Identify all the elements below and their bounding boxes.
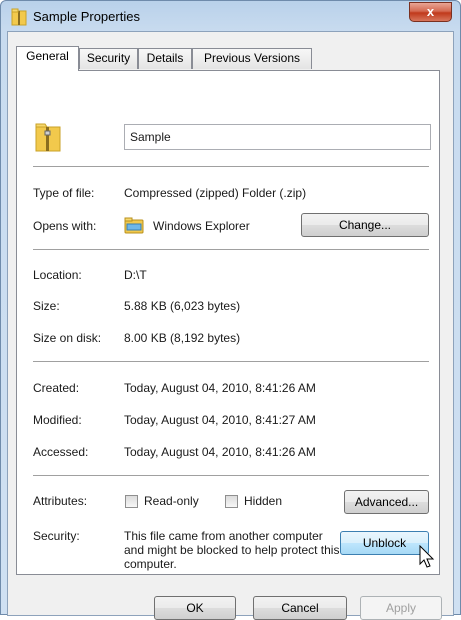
zip-folder-large-icon	[35, 123, 61, 152]
created-value: Today, August 04, 2010, 8:41:26 AM	[124, 381, 316, 395]
tab-previous-versions[interactable]: Previous Versions	[192, 48, 312, 69]
windows-explorer-icon	[124, 217, 144, 234]
zip-folder-icon	[11, 8, 27, 26]
tab-security[interactable]: Security	[79, 48, 138, 69]
tab-general[interactable]: General	[16, 46, 79, 71]
cancel-button[interactable]: Cancel	[253, 596, 347, 620]
read-only-label[interactable]: Read-only	[144, 494, 199, 508]
hidden-checkbox[interactable]	[225, 495, 238, 508]
location-value: D:\T	[124, 268, 147, 282]
mouse-cursor-icon	[419, 545, 435, 568]
change-button[interactable]: Change...	[301, 213, 429, 237]
divider	[33, 361, 429, 362]
accessed-label: Accessed:	[33, 445, 89, 459]
size-on-disk-label: Size on disk:	[33, 331, 102, 345]
type-label: Type of file:	[33, 186, 95, 200]
apply-button[interactable]: Apply	[360, 596, 442, 620]
advanced-button[interactable]: Advanced...	[344, 490, 429, 514]
divider	[33, 166, 429, 167]
close-button[interactable]: x	[409, 2, 452, 22]
modified-value: Today, August 04, 2010, 8:41:27 AM	[124, 413, 316, 427]
read-only-checkbox[interactable]	[125, 495, 138, 508]
opens-with-value: Windows Explorer	[153, 219, 250, 233]
tab-details[interactable]: Details	[138, 48, 192, 69]
location-label: Location:	[33, 268, 82, 282]
attributes-label: Attributes:	[33, 494, 88, 508]
ok-button[interactable]: OK	[154, 596, 236, 620]
window-title: Sample Properties	[33, 9, 140, 24]
size-on-disk-value: 8.00 KB (8,192 bytes)	[124, 331, 241, 345]
size-value: 5.88 KB (6,023 bytes)	[124, 299, 241, 313]
divider	[33, 475, 429, 476]
properties-window: Sample Properties x General Security Det…	[0, 0, 461, 620]
size-label: Size:	[33, 299, 60, 313]
general-panel: Sample Type of file: Compressed (zipped)…	[16, 70, 440, 575]
security-message: This file came from another computer and…	[124, 529, 340, 571]
file-name-field[interactable]: Sample	[124, 124, 431, 150]
divider	[33, 249, 429, 250]
modified-label: Modified:	[33, 413, 82, 427]
dialog-body: General Security Details Previous Versio…	[7, 31, 454, 620]
accessed-value: Today, August 04, 2010, 8:41:26 AM	[124, 445, 316, 459]
title-bar[interactable]: Sample Properties x	[1, 1, 460, 33]
hidden-label[interactable]: Hidden	[244, 494, 282, 508]
security-label: Security:	[33, 529, 80, 543]
unblock-button[interactable]: Unblock	[340, 531, 429, 555]
type-value: Compressed (zipped) Folder (.zip)	[124, 186, 307, 200]
created-label: Created:	[33, 381, 80, 395]
opens-with-label: Opens with:	[33, 219, 97, 233]
